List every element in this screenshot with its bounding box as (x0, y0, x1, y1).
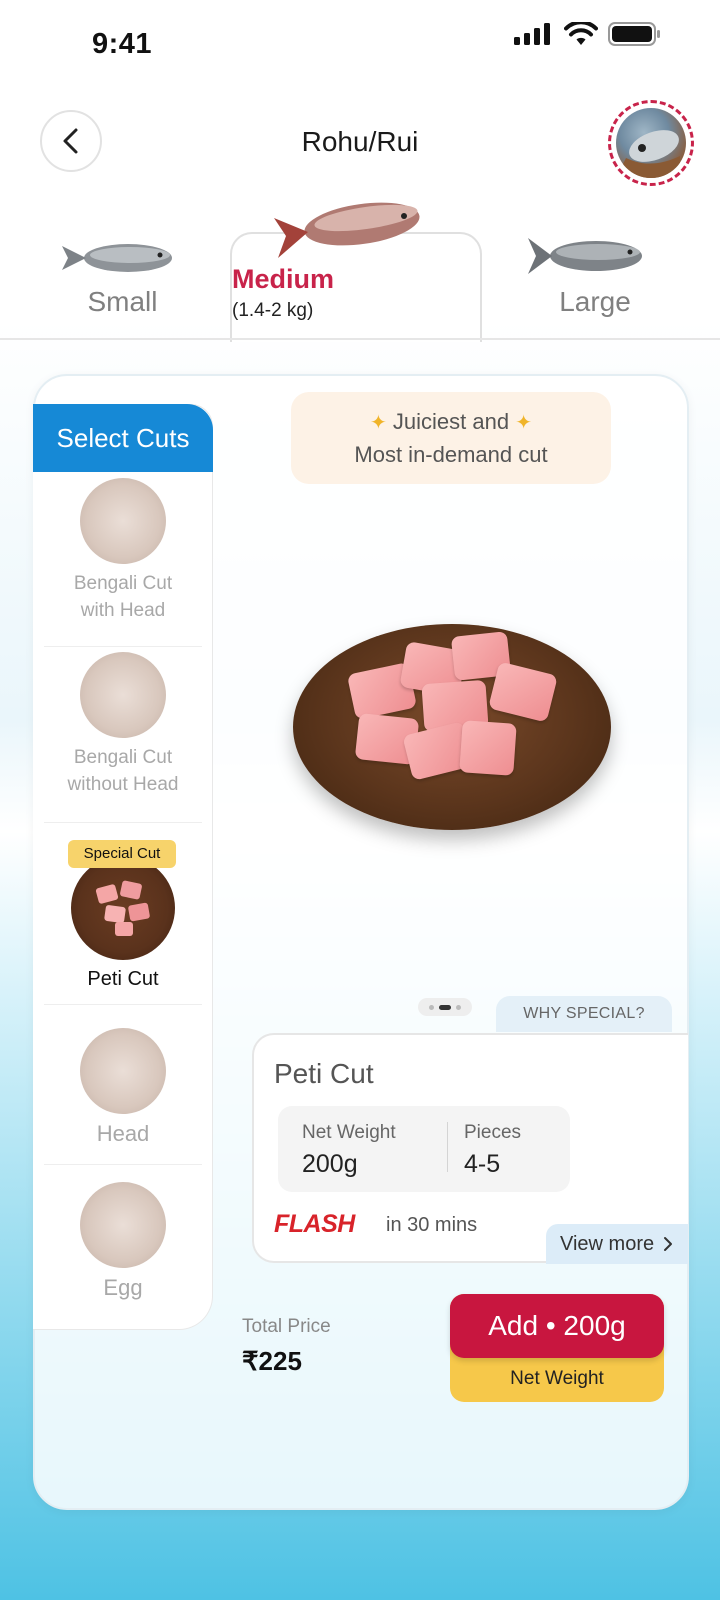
cut-image (71, 856, 175, 960)
wifi-icon (564, 22, 598, 45)
cut-item-label: Bengali Cut with Head (73, 573, 173, 621)
total-price-value: ₹225 (242, 1346, 302, 1376)
cut-item-bengali-with-head[interactable]: Bengali Cut with Head (33, 478, 213, 624)
carousel-dot-active (439, 1004, 451, 1010)
product-stats (278, 1106, 570, 1192)
delivery-time: in 30 mins (386, 1214, 478, 1236)
cut-image (80, 478, 166, 564)
total-price-label: Total Price (242, 1316, 331, 1337)
fish-avatar-image (616, 108, 686, 178)
fish-piece (488, 661, 558, 723)
select-cuts-header: Select Cuts (33, 404, 213, 472)
fish-story-avatar[interactable] (608, 100, 694, 186)
cut-item-peti[interactable]: Peti Cut (33, 856, 213, 993)
cut-divider (44, 646, 202, 647)
carousel-dot (456, 1004, 461, 1010)
tab-large-label: Large (559, 286, 631, 317)
tab-small[interactable]: Small (40, 230, 205, 340)
tabs-divider (0, 338, 720, 340)
cut-divider (44, 1164, 202, 1165)
net-weight-value: 200g (302, 1150, 358, 1178)
stats-divider (447, 1122, 448, 1172)
product-name: Peti Cut (274, 1058, 374, 1089)
cut-item-bengali-without-head[interactable]: Bengali Cut without Head (33, 652, 213, 798)
cut-item-head[interactable]: Head (33, 1028, 213, 1147)
banner-line-2: Most in-demand cut (354, 442, 548, 467)
net-weight-label: Net Weight (302, 1122, 396, 1143)
product-image (293, 624, 611, 830)
tab-large[interactable]: Large (510, 230, 680, 340)
sparkle-icon: ✦ (515, 412, 532, 434)
add-button-subtitle: Net Weight (510, 1368, 604, 1389)
banner-line-1: ✦ Juiciest and ✦ (370, 409, 532, 434)
pieces-value: 4-5 (464, 1150, 501, 1178)
battery-icon (608, 22, 660, 46)
tab-medium-weight: (1.4-2 kg) (232, 300, 314, 321)
fish-piece (459, 720, 517, 776)
special-cut-badge: Special Cut (68, 840, 176, 868)
cut-image (80, 652, 166, 738)
cut-item-egg[interactable]: Egg (33, 1182, 213, 1301)
cut-item-label: Egg (103, 1275, 143, 1300)
large-fish-icon (528, 238, 642, 274)
cut-divider (44, 1004, 202, 1005)
flash-logo: FLASH (274, 1210, 355, 1238)
cut-image (80, 1182, 166, 1268)
cut-item-label: Head (96, 1121, 150, 1146)
carousel-indicator (418, 998, 472, 1016)
small-fish-icon (62, 244, 172, 272)
why-special-tab[interactable]: WHY SPECIAL? (496, 996, 672, 1032)
status-time: 9:41 (92, 28, 153, 60)
view-more-button[interactable]: View more (546, 1224, 688, 1264)
view-more-label: View more (560, 1233, 655, 1255)
add-to-cart-button[interactable]: Add • 200g (450, 1294, 664, 1358)
carousel-dot (429, 1004, 434, 1010)
cut-item-label: Bengali Cut without Head (67, 747, 179, 795)
medium-fish-icon (274, 202, 420, 258)
tab-medium-label: Medium (232, 264, 335, 294)
signal-icon (514, 23, 550, 45)
cut-item-label: Peti Cut (87, 968, 159, 990)
tab-small-label: Small (87, 286, 158, 317)
cut-image (80, 1028, 166, 1114)
highlight-banner: ✦ Juiciest and ✦ Most in-demand cut (291, 392, 611, 484)
status-icons (514, 22, 662, 46)
cut-divider (44, 822, 202, 823)
sparkle-icon: ✦ (370, 412, 387, 434)
chevron-right-icon (663, 1237, 672, 1251)
pieces-label: Pieces (464, 1122, 522, 1143)
